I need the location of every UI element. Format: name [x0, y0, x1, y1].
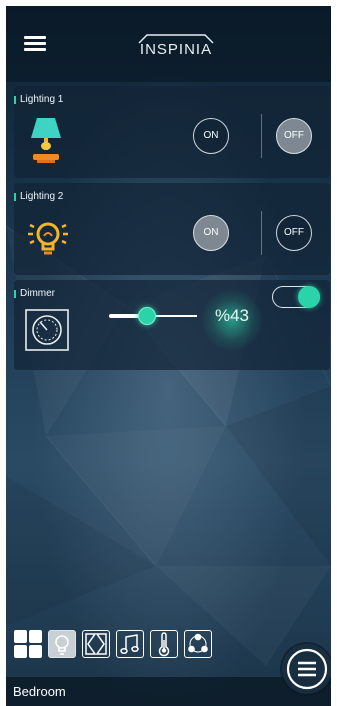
tab-dashboard[interactable]	[14, 630, 42, 658]
dimmer-slider-track[interactable]	[109, 307, 197, 325]
menu-fab-button[interactable]	[282, 644, 331, 694]
button-divider	[261, 211, 262, 255]
tab-curtains[interactable]	[82, 630, 110, 658]
device-title: Lighting 2	[20, 191, 64, 202]
scenes-icon	[188, 633, 208, 653]
tab-music[interactable]	[116, 630, 144, 658]
tab-lighting[interactable]	[48, 630, 76, 658]
lighting-1-on-button[interactable]: ON	[193, 118, 229, 154]
thermometer-icon	[158, 632, 170, 657]
device-title: Dimmer	[20, 288, 55, 299]
menu-circle-icon	[286, 648, 328, 690]
tab-scenes[interactable]	[184, 630, 212, 658]
app-header: INSPINIA	[6, 6, 331, 82]
dashboard-grid-icon	[14, 630, 42, 658]
lighting-2-on-button[interactable]: ON	[193, 215, 229, 251]
light-bulb-icon	[28, 222, 68, 255]
dimmer-enable-switch[interactable]	[272, 286, 320, 308]
card-marker	[14, 193, 16, 201]
device-card-lighting-1: Lighting 1 ON OFF	[14, 86, 330, 178]
button-divider	[261, 114, 262, 158]
logo-text: INSPINIA	[139, 41, 213, 58]
lighting-2-off-button[interactable]: OFF	[276, 215, 312, 251]
curtains-icon	[85, 633, 107, 655]
app-logo: INSPINIA	[131, 32, 221, 60]
switch-knob	[298, 286, 320, 308]
table-lamp-icon	[31, 118, 61, 163]
room-label: Bedroom	[13, 684, 66, 699]
tab-climate[interactable]	[150, 630, 178, 658]
lighting-1-off-button[interactable]: OFF	[276, 118, 312, 154]
light-bulb-icon	[55, 635, 69, 655]
hamburger-menu-icon[interactable]	[24, 36, 46, 52]
device-card-lighting-2: Lighting 2 ON OFF	[14, 183, 330, 275]
dimmer-value-label: %43	[214, 306, 250, 325]
dimmer-knob-icon	[25, 309, 69, 351]
card-marker	[14, 290, 16, 298]
dimmer-slider-knob[interactable]	[137, 307, 156, 325]
device-card-dimmer: Dimmer %43	[14, 280, 330, 370]
app-screen: INSPINIA Lighting 1 ON OFF Lighting 2 ON…	[6, 6, 331, 706]
music-note-icon	[120, 634, 139, 655]
card-marker	[14, 96, 16, 104]
device-title: Lighting 1	[20, 94, 64, 105]
